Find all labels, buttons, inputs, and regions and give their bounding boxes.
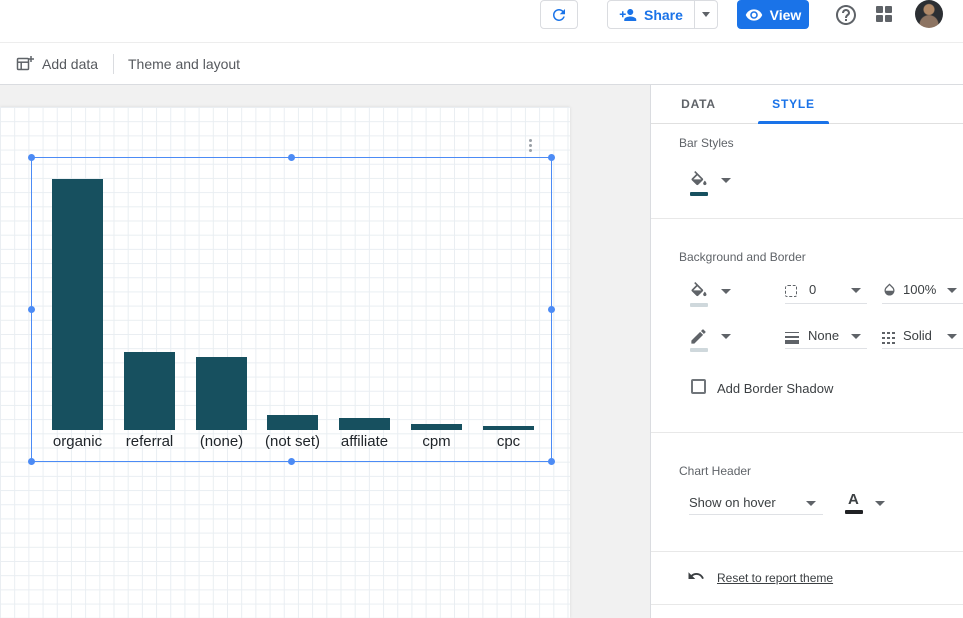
opacity-icon (882, 282, 896, 296)
chart-header-visibility-caret[interactable] (806, 501, 816, 506)
refresh-button[interactable] (540, 0, 578, 29)
line-style-icon (882, 332, 896, 344)
border-color-swatch[interactable] (690, 348, 708, 352)
eye-icon (745, 6, 763, 24)
font-color-swatch[interactable] (845, 510, 863, 514)
properties-panel: DATA STYLE Bar Styles Background and Bor… (650, 85, 963, 618)
chart-header-section-title: Chart Header (679, 464, 751, 478)
background-border-section-title: Background and Border (679, 250, 806, 264)
toolbar-separator (113, 54, 114, 74)
bar-fill-color-dropdown-caret[interactable] (721, 178, 731, 183)
resize-handle-middle-right[interactable] (548, 306, 555, 313)
resize-handle-middle-left[interactable] (28, 306, 35, 313)
share-button-group: Share (607, 0, 718, 29)
font-color-icon[interactable]: A (848, 491, 859, 508)
resize-handle-bottom-left[interactable] (28, 458, 35, 465)
add-data-label: Add data (42, 56, 98, 72)
border-style-dropdown-caret[interactable] (947, 334, 957, 339)
border-style-value[interactable]: Solid (903, 328, 932, 343)
resize-handle-top-middle[interactable] (288, 154, 295, 161)
tab-style[interactable]: STYLE (746, 85, 841, 123)
opacity-dropdown-caret[interactable] (947, 288, 957, 293)
opacity-value[interactable]: 100% (903, 282, 936, 297)
chart-selection-box (31, 157, 552, 462)
resize-handle-top-right[interactable] (548, 154, 555, 161)
report-page[interactable]: organicreferral(none)(not set)affiliatec… (0, 107, 570, 618)
reset-to-report-theme-link[interactable]: Reset to report theme (717, 571, 833, 585)
chart-header-visibility-select[interactable]: Show on hover (689, 495, 776, 510)
apps-grid-icon (875, 5, 893, 23)
border-color-pen-icon[interactable] (689, 327, 709, 347)
chart-header-visibility-underline (689, 514, 823, 515)
theme-and-layout-button[interactable]: Theme and layout (128, 43, 240, 84)
person-add-icon (619, 6, 637, 24)
panel-divider (651, 604, 963, 605)
border-weight-dropdown-caret[interactable] (851, 334, 861, 339)
add-data-button[interactable]: Add data (16, 43, 98, 84)
view-button-label: View (770, 7, 802, 23)
app-window: Share View (0, 0, 963, 618)
panel-divider (651, 432, 963, 433)
apps-grid-button[interactable] (875, 5, 893, 23)
share-button-label: Share (644, 7, 683, 23)
corner-radius-underline (785, 303, 867, 304)
background-fill-color-swatch[interactable] (690, 303, 708, 307)
background-fill-dropdown-caret[interactable] (721, 289, 731, 294)
resize-handle-bottom-middle[interactable] (288, 458, 295, 465)
edit-toolbar: Add data Theme and layout (0, 43, 963, 85)
bar-fill-color-icon[interactable] (689, 171, 709, 191)
canvas-workspace[interactable]: organicreferral(none)(not set)affiliatec… (0, 85, 650, 618)
undo-icon (687, 567, 705, 585)
share-dropdown-button[interactable] (695, 1, 717, 28)
border-color-dropdown-caret[interactable] (721, 334, 731, 339)
theme-and-layout-label: Theme and layout (128, 56, 240, 72)
line-weight-icon (785, 332, 799, 344)
bar-styles-section-title: Bar Styles (679, 136, 734, 150)
user-avatar[interactable] (915, 0, 943, 28)
chevron-down-icon (702, 12, 710, 17)
panel-tabs: DATA STYLE (651, 85, 963, 124)
resize-handle-bottom-right[interactable] (548, 458, 555, 465)
panel-divider (651, 551, 963, 552)
add-data-icon (16, 55, 34, 73)
add-border-shadow-label: Add Border Shadow (717, 381, 833, 396)
corner-radius-value[interactable]: 0 (809, 282, 816, 297)
help-icon (834, 3, 858, 27)
refresh-icon (550, 6, 568, 24)
font-color-dropdown-caret[interactable] (875, 501, 885, 506)
add-border-shadow-checkbox[interactable] (691, 379, 706, 394)
tab-data[interactable]: DATA (651, 85, 746, 123)
share-button[interactable]: Share (608, 1, 694, 28)
view-button[interactable]: View (737, 0, 809, 29)
chart-menu-ellipsis-icon[interactable] (523, 134, 537, 156)
corner-radius-icon (785, 285, 797, 297)
border-weight-value[interactable]: None (808, 328, 839, 343)
corner-radius-dropdown-caret[interactable] (851, 288, 861, 293)
panel-divider (651, 218, 963, 219)
help-button[interactable] (834, 3, 858, 27)
border-weight-underline (785, 348, 867, 349)
top-bar: Share View (0, 0, 963, 43)
background-fill-color-icon[interactable] (689, 282, 709, 302)
bar-fill-color-swatch[interactable] (690, 192, 708, 196)
border-style-underline (882, 348, 963, 349)
opacity-underline (882, 303, 963, 304)
resize-handle-top-left[interactable] (28, 154, 35, 161)
